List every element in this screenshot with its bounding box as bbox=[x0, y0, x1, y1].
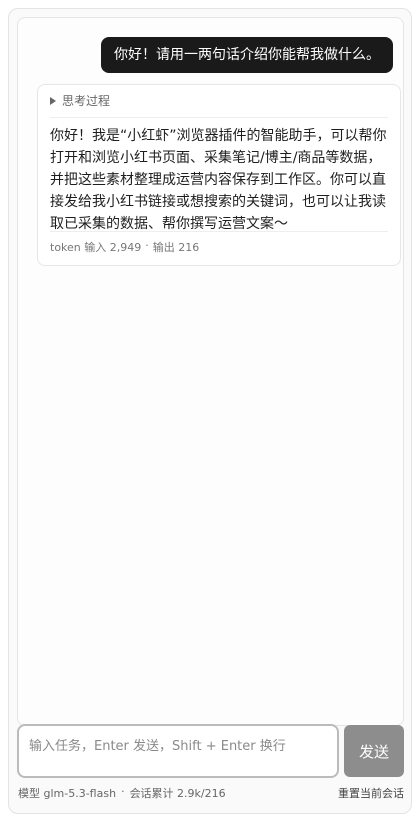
chat-area[interactable]: 你好！请用一两句话介绍你能帮我做什么。 思考过程 你好！我是“小红虾”浏览器插件… bbox=[17, 17, 404, 726]
user-message: 你好！请用一两句话介绍你能帮我做什么。 bbox=[101, 37, 393, 73]
send-button[interactable]: 发送 bbox=[344, 725, 404, 777]
session-usage-label: 会话累计 2.9k/216 bbox=[129, 787, 226, 800]
task-input[interactable] bbox=[19, 726, 337, 776]
thinking-toggle[interactable]: 思考过程 bbox=[50, 92, 110, 109]
reset-session-button[interactable]: 重置当前会话 bbox=[338, 785, 404, 801]
token-output-label: 输出 216 bbox=[152, 241, 200, 254]
status-bar: 模型 glm-5.3-flash · 会话累计 2.9k/216 重置当前会话 bbox=[18, 785, 404, 801]
model-label: 模型 glm-5.3-flash bbox=[18, 787, 117, 800]
caret-right-icon bbox=[50, 96, 56, 105]
token-usage: token 输入 2,949 · 输出 216 bbox=[50, 239, 199, 255]
token-separator: · bbox=[145, 239, 149, 252]
assistant-reply: 你好！我是“小红虾”浏览器插件的智能助手，可以帮你打开和浏览小红书页面、采集笔记… bbox=[50, 128, 387, 232]
assistant-message: 思考过程 你好！我是“小红虾”浏览器插件的智能助手，可以帮你打开和浏览小红书页面… bbox=[37, 84, 401, 266]
divider bbox=[50, 117, 388, 118]
token-input-label: token 输入 2,949 bbox=[50, 241, 142, 254]
footer-separator: · bbox=[121, 785, 125, 798]
task-input-box[interactable] bbox=[17, 724, 339, 778]
thinking-label: 思考过程 bbox=[62, 94, 111, 108]
assistant-panel: 你好！请用一两句话介绍你能帮我做什么。 思考过程 你好！我是“小红虾”浏览器插件… bbox=[8, 8, 412, 814]
divider bbox=[50, 231, 388, 232]
